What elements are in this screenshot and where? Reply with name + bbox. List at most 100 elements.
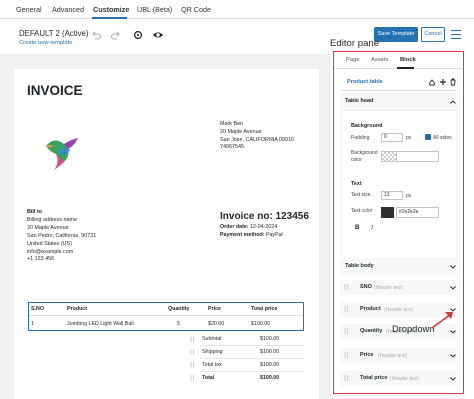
bill-to-line: 20 Maple Avenue — [27, 224, 69, 231]
section-table-body[interactable]: Table body — [340, 258, 457, 275]
background-color-input[interactable] — [397, 151, 439, 162]
column-price[interactable]: Price (Header text) — [340, 348, 457, 363]
drag-handle-icon[interactable] — [190, 362, 195, 368]
summary-tax: Total tax $100.00 — [14, 359, 319, 371]
header-price: Price — [208, 306, 221, 312]
summary-subtotal: Subtotal $100.00 — [14, 333, 319, 345]
drag-handle-icon[interactable] — [344, 375, 349, 381]
tab-customize[interactable]: Customize — [93, 5, 129, 14]
summary-value: $100.00 — [260, 362, 280, 368]
bill-to-line: info@example.com — [27, 248, 74, 255]
column-sno[interactable]: SNO (Header text) — [340, 280, 457, 295]
drag-handle-icon[interactable] — [344, 328, 349, 334]
invoice-number: Invoice no: 123456 — [220, 211, 309, 222]
drag-handle-icon[interactable] — [344, 284, 349, 290]
drag-handle-icon[interactable] — [190, 336, 195, 342]
cancel-button[interactable]: Cancel — [421, 27, 445, 42]
section-table-head[interactable]: Table head — [340, 93, 457, 110]
background-heading: Background — [351, 123, 383, 129]
bill-to-line: San Pedro, California, 90731 — [27, 232, 97, 239]
bold-button[interactable]: B — [355, 225, 359, 231]
selected-block-bar: Product table — [340, 74, 457, 91]
summary-value: $100.00 — [260, 375, 280, 381]
add-icon[interactable] — [439, 78, 447, 86]
drag-handle-icon[interactable] — [190, 349, 195, 355]
column-name: Product — [360, 306, 381, 312]
cell-price: $20.00 — [208, 321, 225, 327]
column-name: SNO — [360, 284, 372, 290]
move-block-icon[interactable] — [428, 78, 436, 86]
column-total-price[interactable]: Total price (Header text) — [340, 371, 457, 386]
panel-tab-page[interactable]: Page — [346, 57, 360, 63]
tab-general[interactable]: General — [16, 5, 42, 14]
seller-street: 20 Maple Avenue — [220, 128, 262, 135]
cell-sno: 1 — [31, 321, 34, 327]
text-size-unit: px — [406, 193, 412, 199]
chevron-down-icon[interactable] — [450, 377, 456, 381]
editor-pane: Page Assets Block Product table Table he… — [333, 51, 464, 394]
tab-ubl[interactable]: UBL (Beta) — [137, 5, 172, 14]
panel-tab-block[interactable]: Block — [400, 57, 416, 63]
summary-value: $100.00 — [260, 349, 280, 355]
chevron-down-icon[interactable] — [450, 354, 456, 358]
callout-arrow-icon — [431, 312, 453, 329]
redo-icon[interactable] — [110, 29, 122, 41]
block-name: Product table — [347, 79, 383, 85]
panel-tab-indicator — [397, 67, 414, 69]
invoice-preview: INVOICE Mark Ben 20 Maple Avenue San Jos… — [14, 69, 319, 399]
text-color-input[interactable]: #2e2e2e — [396, 207, 439, 218]
drag-handle-icon[interactable] — [344, 306, 349, 312]
chevron-down-icon[interactable] — [450, 265, 456, 269]
summary-label: Total — [202, 375, 215, 381]
chevron-down-icon[interactable] — [450, 286, 456, 290]
invoice-meta: Order date: 12-04-2024 Payment method: P… — [220, 224, 283, 239]
text-heading: Text — [351, 181, 362, 187]
seller-phone: 74067545 — [220, 144, 244, 151]
italic-button[interactable]: I — [371, 225, 373, 231]
settings-icon[interactable] — [132, 29, 144, 41]
all-sides-checkbox[interactable] — [425, 134, 431, 140]
padding-unit: px — [406, 135, 412, 141]
summary-value: $100.00 — [260, 336, 280, 342]
tab-advanced[interactable]: Advanced — [52, 5, 84, 14]
undo-icon[interactable] — [90, 29, 102, 41]
table-row: 1 Jumbing LED Light Wall Ball 5 $20.00 $… — [29, 316, 303, 330]
menu-icon[interactable] — [451, 30, 461, 39]
header-quantity: Quantity — [168, 306, 190, 312]
chevron-up-icon[interactable] — [450, 100, 456, 104]
active-tab-indicator — [92, 17, 127, 19]
cell-total-price: $100.00 — [251, 321, 271, 327]
order-date: 12-04-2024 — [250, 224, 278, 230]
background-color-swatch[interactable] — [381, 151, 397, 162]
section-title: Table body — [345, 263, 374, 269]
preview-eye-icon[interactable] — [152, 29, 164, 41]
payment-method: PayPal — [265, 231, 283, 238]
column-hint: (Header text) — [384, 307, 414, 313]
column-name: Total price — [360, 375, 388, 381]
invoice-title: INVOICE — [27, 83, 83, 98]
bill-to-heading: Bill to — [27, 209, 42, 215]
create-template-link[interactable]: Create new template — [19, 40, 88, 46]
summary-label: Shipping — [202, 349, 223, 355]
editor-pane-label: Editor pane — [330, 38, 380, 49]
bird-logo — [46, 138, 78, 170]
padding-input[interactable]: 0 — [381, 133, 403, 142]
tab-qr-code[interactable]: QR Code — [181, 5, 211, 14]
save-template-button[interactable]: Save Template — [374, 27, 418, 42]
bill-to-block: Bill to Billing address name 20 Maple Av… — [27, 209, 96, 264]
all-sides-label: All sides — [433, 135, 452, 141]
product-table[interactable]: S.NO Product Quantity Price Total price … — [28, 302, 304, 331]
drag-handle-icon[interactable] — [344, 352, 349, 358]
text-size-input[interactable]: 13 — [381, 191, 403, 200]
summary-shipping: Shipping $100.00 — [14, 346, 319, 358]
seller-name: Mark Ben — [220, 121, 244, 127]
delete-icon[interactable] — [449, 78, 457, 86]
table-header-row: S.NO Product Quantity Price Total price — [29, 303, 303, 316]
padding-label: Padding — [351, 135, 370, 141]
column-name: Price — [360, 352, 374, 358]
panel-tab-assets[interactable]: Assets — [371, 57, 388, 63]
text-color-label: Text color — [351, 208, 373, 214]
text-color-swatch[interactable] — [381, 207, 394, 218]
drag-handle-icon[interactable] — [190, 375, 195, 381]
bill-to-line: United States (US) — [27, 240, 72, 247]
